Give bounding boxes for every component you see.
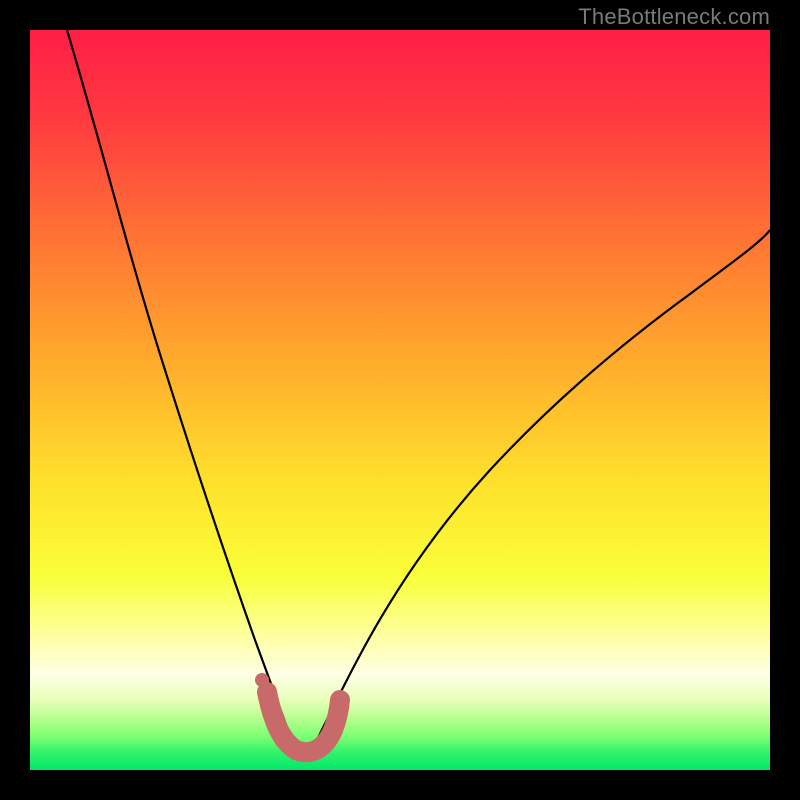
curve-left-branch: [67, 30, 296, 752]
watermark-text: TheBottleneck.com: [578, 4, 770, 30]
trough-marker: [267, 692, 340, 752]
curve-right-branch: [311, 230, 770, 752]
chart-curves: [30, 30, 770, 770]
plot-frame: [30, 30, 770, 770]
trough-marker-dot: [255, 673, 269, 687]
